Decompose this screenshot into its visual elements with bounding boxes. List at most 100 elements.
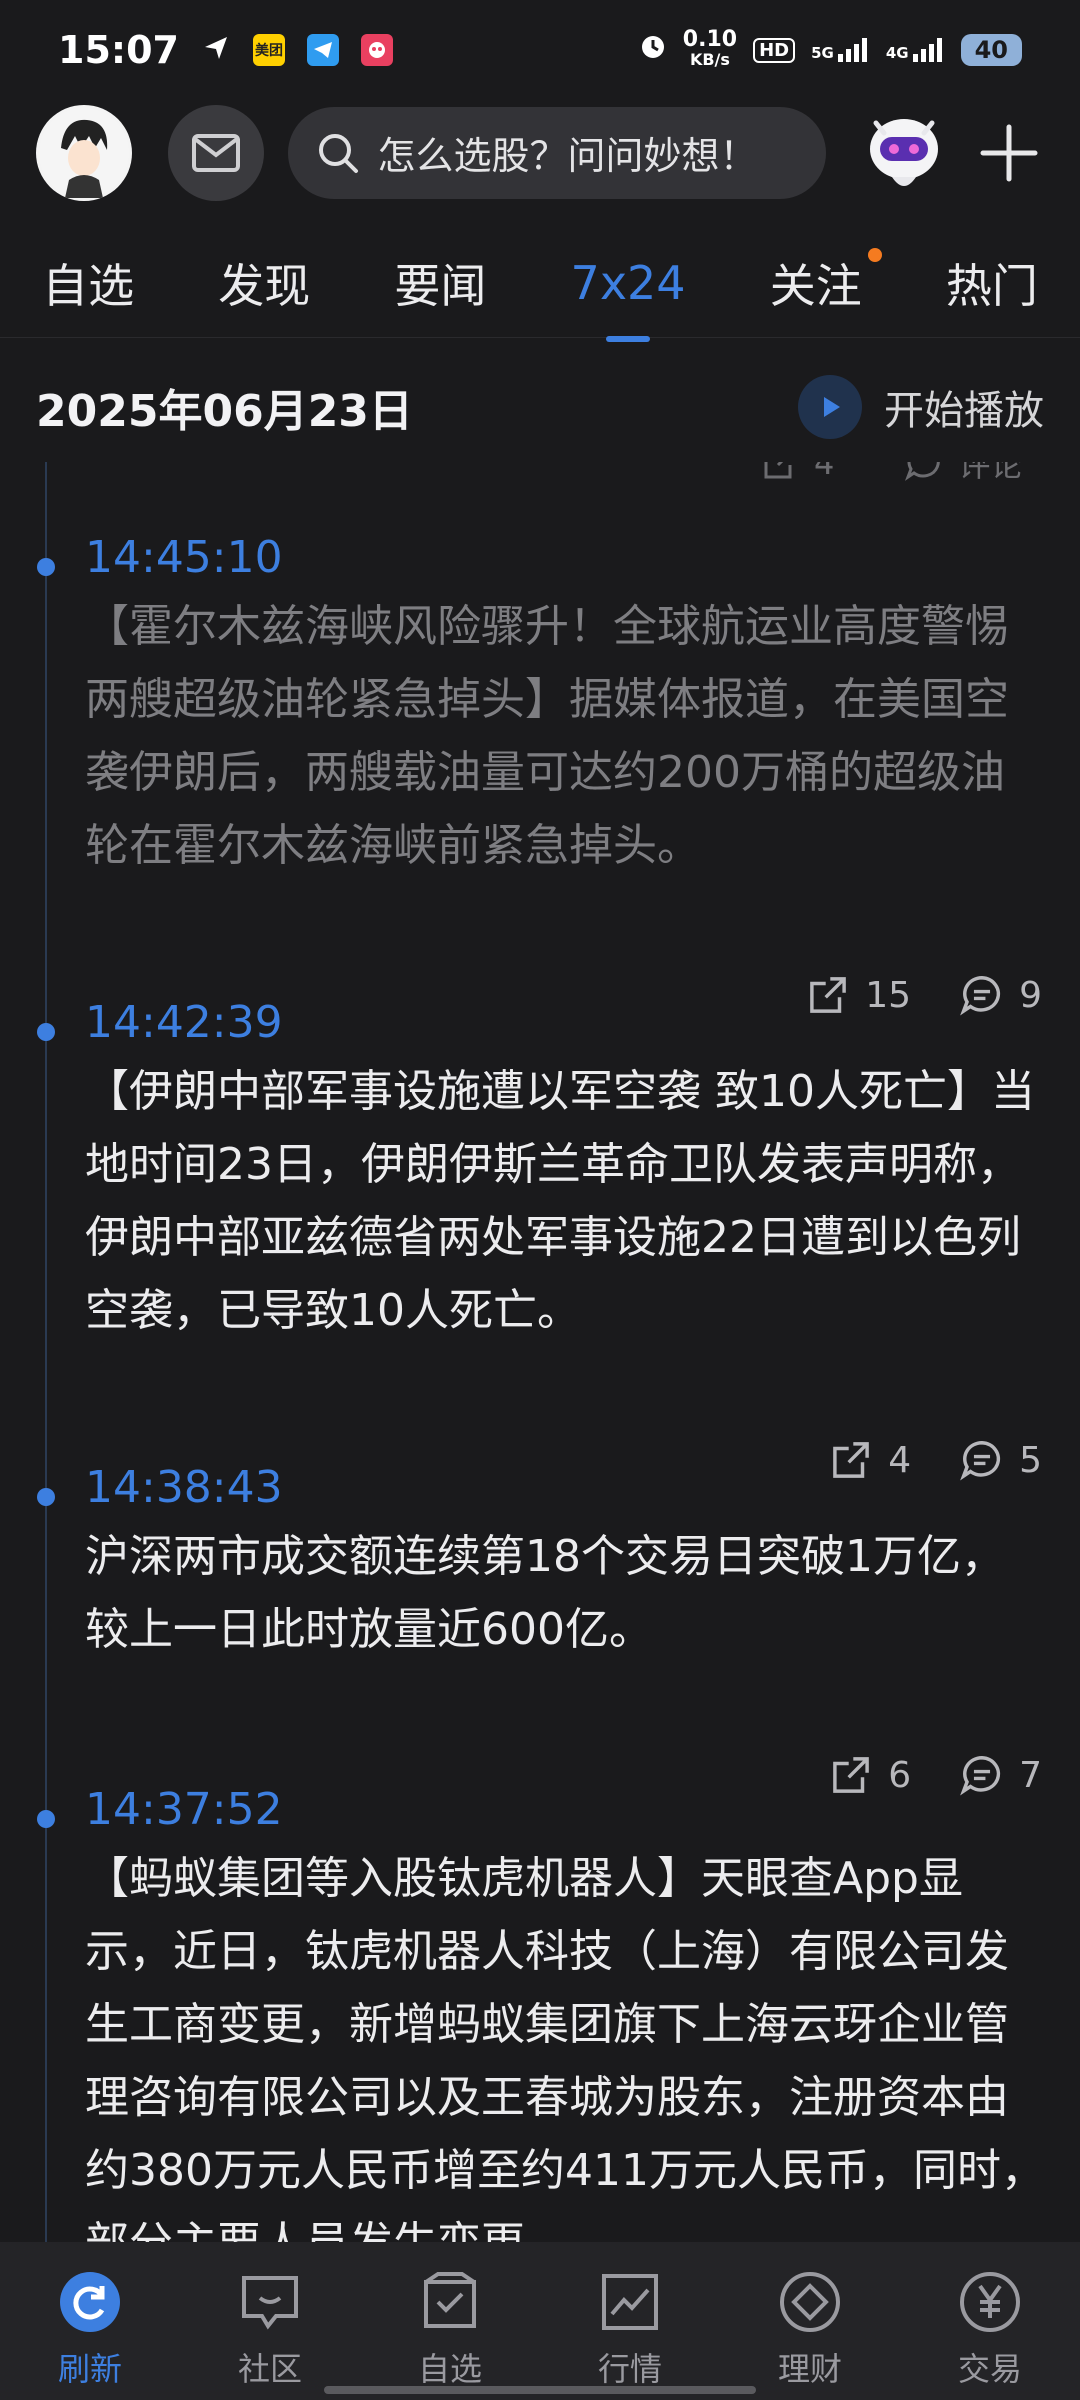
comment-action[interactable]: 7 bbox=[959, 1752, 1042, 1798]
nav-market[interactable]: 行情 bbox=[555, 2270, 705, 2390]
date-row: 2025年06月23日 开始播放 bbox=[0, 352, 1080, 462]
share-action[interactable]: 15 bbox=[805, 972, 911, 1018]
nav-community-label: 社区 bbox=[237, 2350, 302, 2388]
share-count: 15 bbox=[865, 974, 912, 1016]
yen-coin-icon bbox=[958, 2270, 1022, 2334]
tab-following[interactable]: 关注 bbox=[764, 232, 882, 334]
trend-chart-icon bbox=[598, 2270, 662, 2334]
news-actions: 4 5 bbox=[828, 1437, 1042, 1483]
share-icon bbox=[833, 1757, 870, 1793]
share-icon bbox=[833, 1442, 870, 1478]
nav-trade-label: 交易 bbox=[957, 2350, 1022, 2388]
diamond-icon bbox=[778, 2270, 842, 2334]
bottom-navigation: 刷新 社区 自选 行情 理财 交易 bbox=[0, 2242, 1080, 2400]
play-icon bbox=[798, 375, 862, 439]
news-text: 【霍尔木兹海峡风险骤升！全球航运业高度警惕 两艘超级油轮紧急掉头】据媒体报道，在… bbox=[85, 601, 1009, 871]
home-indicator[interactable] bbox=[324, 2386, 756, 2394]
ai-assistant-button[interactable] bbox=[856, 105, 952, 201]
search-bar[interactable]: 怎么选股？问问妙想！ bbox=[287, 106, 827, 199]
nav-refresh-label: 刷新 bbox=[57, 2350, 122, 2388]
nav-watchlist[interactable]: 自选 bbox=[375, 2270, 525, 2390]
message-button[interactable] bbox=[167, 104, 264, 201]
hd-badge: HD bbox=[753, 37, 796, 63]
comment-count: 7 bbox=[1019, 1754, 1042, 1796]
notification-dot bbox=[867, 247, 882, 262]
start-playback-button[interactable]: 开始播放 bbox=[798, 375, 1044, 439]
status-bar: 15:07 美团 0.10 KB/s HD 5G 4G 40 bbox=[0, 0, 1080, 100]
news-time: 14:37:52 bbox=[85, 1784, 283, 1835]
tab-headlines[interactable]: 要闻 bbox=[388, 232, 492, 334]
tab-7x24[interactable]: 7x24 bbox=[565, 238, 692, 328]
news-text: 沪深两市成交额连续第18个交易日突破1万亿，较上一日此时放量近600亿。 bbox=[85, 1531, 1005, 1655]
avatar-character-icon bbox=[38, 107, 129, 198]
news-actions: 6 7 bbox=[828, 1752, 1042, 1798]
chat-bubble-icon bbox=[238, 2270, 302, 2334]
signal-bars-icon bbox=[837, 38, 867, 62]
robot-mascot-icon bbox=[870, 118, 939, 186]
share-action[interactable]: 4 bbox=[760, 462, 834, 486]
news-tabs: 自选 发现 要闻 7x24 关注 热门 bbox=[0, 228, 1080, 338]
timeline-dot bbox=[37, 1023, 55, 1041]
timeline-dot bbox=[37, 1810, 55, 1828]
news-feed[interactable]: 4 评论 14:45:10 【霍尔木兹海峡风险骤升！全球航运业高度警惕 两艘超级… bbox=[0, 462, 1080, 2242]
telegram-app-icon bbox=[306, 34, 339, 66]
news-actions: 15 9 bbox=[805, 972, 1042, 1018]
comment-count: 5 bbox=[1019, 1439, 1042, 1481]
share-count: 4 bbox=[814, 462, 835, 482]
nav-wealth[interactable]: 理财 bbox=[735, 2270, 885, 2390]
nav-market-label: 行情 bbox=[597, 2350, 662, 2388]
news-time: 14:38:43 bbox=[85, 1462, 283, 1513]
nav-refresh[interactable]: 刷新 bbox=[15, 2270, 165, 2390]
news-time: 14:42:39 bbox=[85, 997, 283, 1048]
mail-icon bbox=[191, 133, 240, 172]
refresh-icon bbox=[58, 2270, 122, 2334]
comment-label: 评论 bbox=[958, 462, 1023, 484]
nav-wealth-label: 理财 bbox=[777, 2350, 842, 2388]
add-button[interactable] bbox=[974, 118, 1044, 188]
share-icon bbox=[810, 977, 847, 1013]
battery-indicator: 40 bbox=[960, 34, 1022, 66]
comment-action[interactable]: 评论 bbox=[904, 462, 1022, 486]
news-time: 14:45:10 bbox=[85, 532, 283, 583]
timeline-dot bbox=[37, 558, 55, 576]
comment-count: 9 bbox=[1019, 974, 1042, 1016]
user-avatar[interactable] bbox=[36, 104, 132, 201]
network-speed: 0.10 KB/s bbox=[682, 27, 738, 70]
share-icon bbox=[764, 462, 792, 479]
news-text: 【伊朗中部军事设施遭以军空袭 致10人死亡】当地时间23日，伊朗伊斯兰革命卫队发… bbox=[85, 1066, 1035, 1336]
comment-icon bbox=[960, 1756, 1001, 1796]
signal-bars-icon bbox=[912, 38, 942, 62]
nav-community[interactable]: 社区 bbox=[195, 2270, 345, 2390]
news-text: 【蚂蚁集团等入股钛虎机器人】天眼查App显示，近日，钛虎机器人科技（上海）有限公… bbox=[85, 1853, 1045, 2242]
search-placeholder: 怎么选股？问问妙想！ bbox=[377, 134, 758, 178]
tab-watchlist[interactable]: 自选 bbox=[36, 232, 140, 334]
comment-action[interactable]: 5 bbox=[959, 1437, 1042, 1483]
start-playback-label: 开始播放 bbox=[884, 388, 1044, 434]
comment-action[interactable]: 9 bbox=[959, 972, 1042, 1018]
timeline-line bbox=[45, 462, 47, 2242]
game-app-icon bbox=[360, 34, 393, 66]
share-count: 4 bbox=[888, 1439, 912, 1481]
share-count: 6 bbox=[888, 1754, 912, 1796]
comment-icon bbox=[960, 1441, 1001, 1481]
meituan-app-icon: 美团 bbox=[252, 34, 285, 66]
partial-actions-row: 4 评论 bbox=[760, 462, 1022, 486]
tab-hot[interactable]: 热门 bbox=[940, 232, 1044, 334]
checklist-icon bbox=[418, 2270, 482, 2334]
tab-discover[interactable]: 发现 bbox=[212, 232, 316, 334]
nav-trade[interactable]: 交易 bbox=[915, 2270, 1065, 2390]
share-action[interactable]: 4 bbox=[828, 1437, 911, 1483]
timeline-dot bbox=[37, 1488, 55, 1506]
tab-following-label: 关注 bbox=[769, 258, 862, 313]
feed-date: 2025年06月23日 bbox=[36, 386, 413, 437]
comment-icon bbox=[905, 462, 941, 481]
comment-icon bbox=[960, 976, 1001, 1016]
nav-watchlist-label: 自选 bbox=[417, 2350, 482, 2388]
share-action[interactable]: 6 bbox=[828, 1752, 911, 1798]
signal-4g: 4G bbox=[886, 38, 945, 62]
top-header: 怎么选股？问问妙想！ bbox=[0, 100, 1080, 205]
search-icon bbox=[318, 133, 358, 173]
plus-icon bbox=[980, 124, 1038, 181]
alarm-icon bbox=[639, 33, 667, 67]
status-time: 15:07 bbox=[58, 28, 179, 72]
